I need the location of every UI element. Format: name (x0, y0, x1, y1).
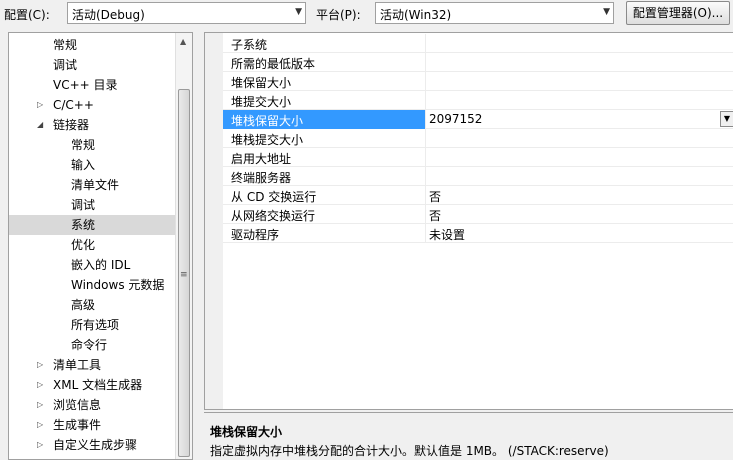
tree-item[interactable]: 调试 (9, 195, 175, 215)
property-value[interactable]: 未设置 (429, 226, 465, 243)
property-name: 堆栈提交大小 (231, 133, 304, 147)
tree-item[interactable]: VC++ 目录 (9, 75, 175, 95)
config-dropdown[interactable]: 活动(Debug) ▼ (67, 2, 306, 24)
tree-item[interactable]: 输入 (9, 155, 175, 175)
toolbar: 配置(C): 活动(Debug) ▼ 平台(P): 活动(Win32) ▼ 配置… (0, 0, 733, 30)
property-row[interactable]: 堆栈保留大小 2097152 ▼ (223, 110, 733, 129)
tree-item[interactable]: ▷ 生成事件 (9, 415, 175, 435)
tree-item-label: 生成事件 (53, 418, 102, 432)
description-text: 指定虚拟内存中堆栈分配的合计大小。默认值是 1MB。 (/STACK:reser… (210, 444, 609, 458)
tree-item[interactable]: 清单文件 (9, 175, 175, 195)
tree-item-label: 调试 (53, 58, 78, 72)
tree-item[interactable]: Windows 元数据 (9, 275, 175, 295)
property-row[interactable]: 堆保留大小 (223, 72, 733, 91)
property-name: 所需的最低版本 (231, 57, 316, 71)
property-value[interactable]: 否 (429, 207, 441, 224)
property-value[interactable]: 2097152 (429, 112, 482, 126)
config-manager-button[interactable]: 配置管理器(O)... (626, 1, 730, 25)
tree-item-label: 自定义生成步骤 (53, 438, 138, 452)
tree-item-label: C/C++ (53, 98, 94, 112)
property-name: 堆保留大小 (231, 76, 292, 90)
tree-item-label: 清单工具 (53, 358, 102, 372)
tree-item[interactable]: 嵌入的 IDL (9, 255, 175, 275)
chevron-down-icon: ▼ (295, 7, 302, 17)
property-row[interactable]: 从网络交换运行 否 (223, 205, 733, 224)
property-row[interactable]: 堆提交大小 (223, 91, 733, 110)
property-name: 从网络交换运行 (231, 209, 316, 223)
tree-item-label: 调试 (71, 198, 96, 212)
tree-item[interactable]: ▷ 清单工具 (9, 355, 175, 375)
tree-item-label: XML 文档生成器 (53, 378, 143, 392)
tree-item-label: 输入 (71, 158, 96, 172)
property-tree: 常规 调试 VC++ 目录 ▷ C/C++ ◢ 链接器 常规 输入 清单文件 调试 系统 优化 嵌入的 I… (8, 32, 193, 460)
tree-item-label: 所有选项 (71, 318, 120, 332)
collapsed-arrow-icon[interactable]: ▷ (37, 415, 43, 435)
tree-scrollbar[interactable]: ▲ ≡ (175, 33, 192, 459)
expanded-arrow-icon[interactable]: ◢ (37, 115, 43, 135)
tree-item[interactable]: ▷ 自定义生成步骤 (9, 435, 175, 455)
tree-item[interactable]: ▷ 浏览信息 (9, 395, 175, 415)
config-value: 活动(Debug) (72, 8, 145, 22)
tree-item-label: 常规 (53, 38, 78, 52)
property-name: 堆提交大小 (231, 95, 292, 109)
property-row[interactable]: 驱动程序 未设置 (223, 224, 733, 243)
scroll-thumb[interactable]: ≡ (178, 89, 190, 457)
tree-item[interactable]: ▷ XML 文档生成器 (9, 375, 175, 395)
tree-item-label: 优化 (71, 238, 96, 252)
property-row[interactable]: 终端服务器 (223, 167, 733, 186)
collapsed-arrow-icon[interactable]: ▷ (37, 395, 43, 415)
platform-value: 活动(Win32) (380, 8, 452, 22)
tree-item[interactable]: 常规 (9, 135, 175, 155)
property-row[interactable]: 所需的最低版本 (223, 53, 733, 72)
property-name: 堆栈保留大小 (231, 114, 304, 128)
property-row[interactable]: 子系统 (223, 34, 733, 53)
tree-item-label: Windows 元数据 (71, 278, 165, 292)
platform-dropdown[interactable]: 活动(Win32) ▼ (375, 2, 614, 24)
property-row[interactable]: 从 CD 交换运行 否 (223, 186, 733, 205)
tree-item[interactable]: 常规 (9, 35, 175, 55)
collapsed-arrow-icon[interactable]: ▷ (37, 435, 43, 455)
property-name: 从 CD 交换运行 (231, 190, 317, 204)
tree-item[interactable]: 所有选项 (9, 315, 175, 335)
tree-item[interactable]: ▷ C/C++ (9, 95, 175, 115)
collapsed-arrow-icon[interactable]: ▷ (37, 355, 43, 375)
property-name: 启用大地址 (231, 152, 292, 166)
property-value[interactable]: 否 (429, 188, 441, 205)
tree-item-label: 嵌入的 IDL (71, 258, 131, 272)
tree-item-label: 命令行 (71, 338, 108, 352)
grid-gutter (205, 33, 223, 409)
property-row[interactable]: 堆栈提交大小 (223, 129, 733, 148)
tree-item[interactable]: 优化 (9, 235, 175, 255)
grip-icon: ≡ (180, 270, 188, 280)
property-name: 驱动程序 (231, 228, 280, 242)
collapsed-arrow-icon[interactable]: ▷ (37, 375, 43, 395)
description-title: 堆栈保留大小 (210, 425, 283, 439)
property-row[interactable]: 启用大地址 (223, 148, 733, 167)
tree-item-label: 常规 (71, 138, 96, 152)
property-grid: 子系统所需的最低版本 堆保留大小堆提交大小堆栈保留大小 2097152 ▼ 堆栈提交大小… (204, 32, 733, 410)
description-panel: 堆栈保留大小 指定虚拟内存中堆栈分配的合计大小。默认值是 1MB。 (/STAC… (204, 412, 733, 460)
property-name: 终端服务器 (231, 171, 292, 185)
tree-item[interactable]: ◢ 链接器 (9, 115, 175, 135)
property-name: 子系统 (231, 38, 268, 52)
tree-item[interactable]: 命令行 (9, 335, 175, 355)
scroll-up-icon[interactable]: ▲ (180, 37, 186, 46)
collapsed-arrow-icon[interactable]: ▷ (37, 95, 43, 115)
tree-item-label: 系统 (71, 218, 96, 232)
tree-item-label: 浏览信息 (53, 398, 102, 412)
tree-item[interactable]: 系统 (9, 215, 175, 235)
tree-item[interactable]: 高级 (9, 295, 175, 315)
tree-item-label: 清单文件 (71, 178, 120, 192)
tree-item-label: 链接器 (53, 118, 90, 132)
platform-label: 平台(P): (316, 8, 361, 22)
tree-item-label: 高级 (71, 298, 96, 312)
config-label: 配置(C): (4, 8, 50, 22)
chevron-down-icon: ▼ (603, 7, 610, 17)
tree-item[interactable]: 调试 (9, 55, 175, 75)
chevron-down-icon[interactable]: ▼ (720, 111, 733, 127)
tree-item-label: VC++ 目录 (53, 78, 118, 92)
